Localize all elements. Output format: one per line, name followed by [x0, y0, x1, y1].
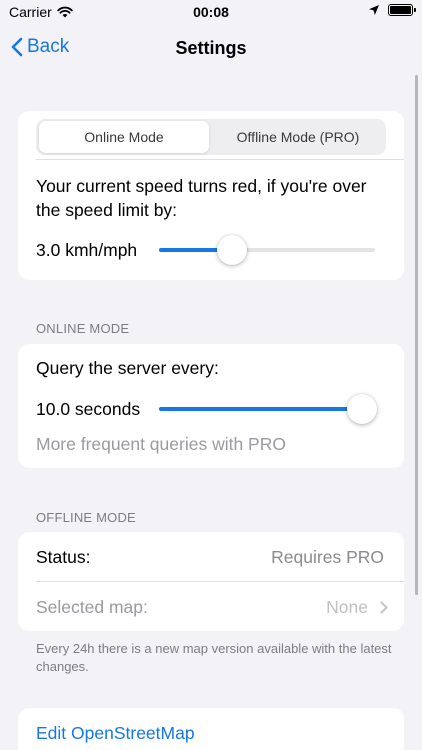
query-interval-slider[interactable] — [159, 394, 377, 424]
map-update-footnote: Every 24h there is a new map version ava… — [36, 641, 392, 674]
slider-fill — [159, 407, 362, 411]
speed-tolerance-slider[interactable] — [159, 235, 375, 265]
speed-tolerance-card: Online Mode Offline Mode (PRO) Your curr… — [18, 111, 404, 280]
selected-map-row[interactable]: Selected map: None — [18, 582, 404, 631]
chevron-right-icon — [375, 601, 388, 614]
section-header-offline: OFFLINE MODE — [36, 510, 136, 525]
query-interval-value: 10.0 seconds — [36, 399, 141, 419]
clock: 00:08 — [193, 4, 229, 20]
segment-offline-mode[interactable]: Offline Mode (PRO) — [212, 121, 384, 153]
pro-frequency-note: More frequent queries with PRO — [36, 434, 286, 454]
speed-tolerance-value: 3.0 kmh/mph — [36, 240, 138, 260]
edit-openstreetmap-link[interactable]: Edit OpenStreetMap — [36, 723, 195, 744]
scroll-indicator[interactable] — [415, 75, 418, 595]
offline-mode-card: Status: Requires PRO Selected map: None — [18, 532, 404, 631]
query-interval-label: Query the server every: — [36, 358, 219, 378]
battery-icon — [388, 4, 416, 16]
selected-map-value: None — [326, 597, 368, 617]
segment-online-mode[interactable]: Online Mode — [39, 121, 209, 153]
page-title: Settings — [175, 38, 247, 58]
section-header-online: ONLINE MODE — [36, 321, 130, 336]
mode-segmented-control: Online Mode Offline Mode (PRO) — [36, 119, 386, 155]
links-card: Edit OpenStreetMap — [18, 708, 404, 750]
status-value: Requires PRO — [271, 547, 384, 567]
status-right — [368, 4, 416, 16]
speed-limit-description: Your current speed turns red, if you're … — [36, 176, 367, 220]
status-label: Status: — [36, 547, 91, 567]
selected-map-label: Selected map: — [36, 597, 148, 617]
location-arrow-icon — [369, 5, 379, 15]
slider-thumb[interactable] — [347, 394, 377, 424]
navigation-bar: Back Settings — [0, 28, 422, 68]
online-mode-card: Query the server every: 10.0 seconds Mor… — [18, 344, 404, 468]
slider-thumb[interactable] — [217, 235, 247, 265]
card-divider — [36, 159, 404, 160]
status-bar: Carrier 00:08 — [0, 0, 422, 24]
